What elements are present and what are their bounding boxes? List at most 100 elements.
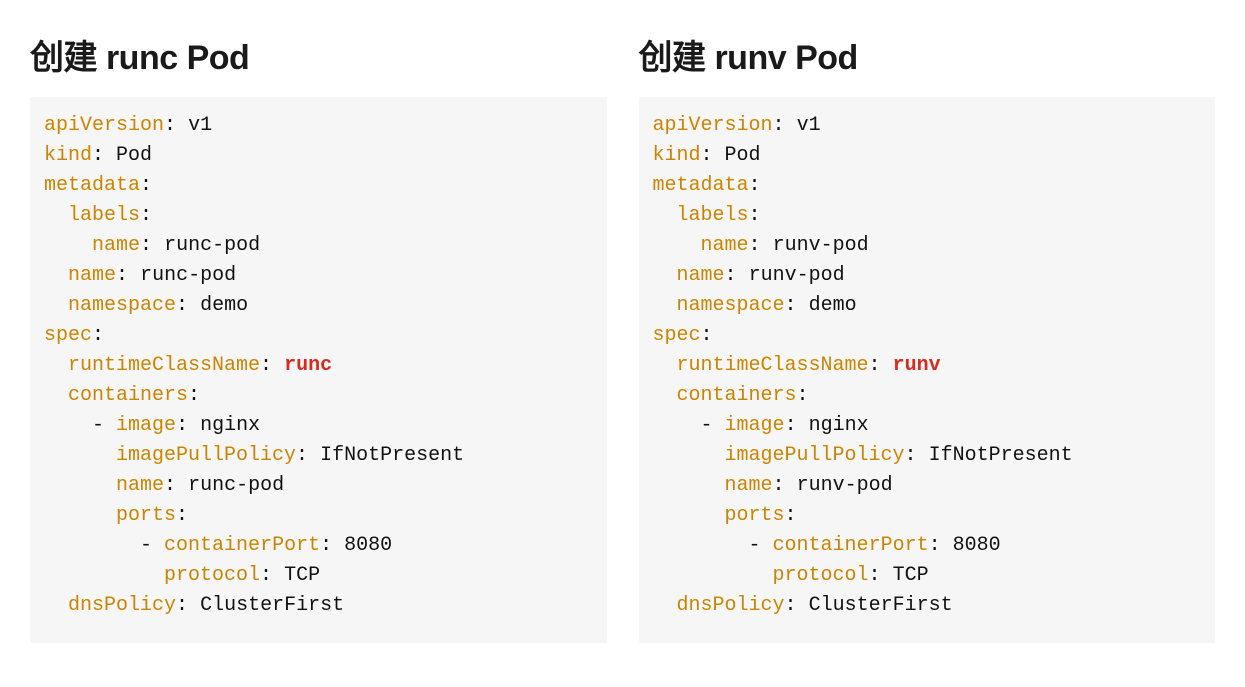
key-container-name: name bbox=[725, 474, 773, 497]
left-column: 创建 runc Pod apiVersion: v1 kind: Pod met… bbox=[30, 30, 607, 643]
colon: : bbox=[176, 294, 188, 317]
colon: : bbox=[701, 324, 713, 347]
colon: : bbox=[164, 474, 176, 497]
key-containerPort: containerPort bbox=[773, 534, 929, 557]
colon: : bbox=[296, 444, 308, 467]
key-ports: ports bbox=[116, 504, 176, 527]
key-protocol: protocol bbox=[164, 564, 260, 587]
dash-icon: - bbox=[701, 414, 713, 437]
colon: : bbox=[773, 474, 785, 497]
key-kind: kind bbox=[653, 144, 701, 167]
value-image: nginx bbox=[809, 414, 869, 437]
value-kind: Pod bbox=[725, 144, 761, 167]
key-kind: kind bbox=[44, 144, 92, 167]
right-codeblock: apiVersion: v1 kind: Pod metadata: label… bbox=[639, 97, 1216, 643]
key-labels-name: name bbox=[701, 234, 749, 257]
colon: : bbox=[260, 564, 272, 587]
colon: : bbox=[929, 534, 941, 557]
key-containers: containers bbox=[677, 384, 797, 407]
value-kind: Pod bbox=[116, 144, 152, 167]
value-labels-name: runv-pod bbox=[773, 234, 869, 257]
colon: : bbox=[869, 354, 881, 377]
value-name: runc-pod bbox=[140, 264, 236, 287]
colon: : bbox=[785, 594, 797, 617]
key-spec: spec bbox=[44, 324, 92, 347]
value-containerPort: 8080 bbox=[953, 534, 1001, 557]
colon: : bbox=[773, 114, 785, 137]
value-container-name: runv-pod bbox=[797, 474, 893, 497]
colon: : bbox=[140, 204, 152, 227]
key-image: image bbox=[116, 414, 176, 437]
value-imagePullPolicy: IfNotPresent bbox=[929, 444, 1073, 467]
key-namespace: namespace bbox=[677, 294, 785, 317]
key-image: image bbox=[725, 414, 785, 437]
colon: : bbox=[320, 534, 332, 557]
key-containerPort: containerPort bbox=[164, 534, 320, 557]
value-protocol: TCP bbox=[893, 564, 929, 587]
dash-icon: - bbox=[92, 414, 104, 437]
key-apiVersion: apiVersion bbox=[44, 114, 164, 137]
right-heading: 创建 runv Pod bbox=[639, 30, 1216, 79]
value-containerPort: 8080 bbox=[344, 534, 392, 557]
value-dnsPolicy: ClusterFirst bbox=[200, 594, 344, 617]
value-namespace: demo bbox=[809, 294, 857, 317]
value-apiVersion: v1 bbox=[797, 114, 821, 137]
colon: : bbox=[749, 204, 761, 227]
value-name: runv-pod bbox=[749, 264, 845, 287]
colon: : bbox=[140, 174, 152, 197]
dash-icon: - bbox=[140, 534, 152, 557]
key-metadata: metadata bbox=[653, 174, 749, 197]
key-containers: containers bbox=[68, 384, 188, 407]
colon: : bbox=[785, 414, 797, 437]
key-runtimeClassName: runtimeClassName bbox=[68, 354, 260, 377]
colon: : bbox=[749, 234, 761, 257]
key-runtimeClassName: runtimeClassName bbox=[677, 354, 869, 377]
value-protocol: TCP bbox=[284, 564, 320, 587]
colon: : bbox=[176, 504, 188, 527]
colon: : bbox=[905, 444, 917, 467]
right-column: 创建 runv Pod apiVersion: v1 kind: Pod met… bbox=[639, 30, 1216, 643]
two-column-layout: 创建 runc Pod apiVersion: v1 kind: Pod met… bbox=[30, 30, 1215, 643]
colon: : bbox=[749, 174, 761, 197]
key-imagePullPolicy: imagePullPolicy bbox=[725, 444, 905, 467]
value-apiVersion: v1 bbox=[188, 114, 212, 137]
colon: : bbox=[92, 324, 104, 347]
colon: : bbox=[176, 594, 188, 617]
colon: : bbox=[260, 354, 272, 377]
highlight-runtimeclass: runv bbox=[893, 354, 941, 377]
key-imagePullPolicy: imagePullPolicy bbox=[116, 444, 296, 467]
key-labels-name: name bbox=[92, 234, 140, 257]
left-heading: 创建 runc Pod bbox=[30, 30, 607, 79]
key-name: name bbox=[677, 264, 725, 287]
value-image: nginx bbox=[200, 414, 260, 437]
colon: : bbox=[869, 564, 881, 587]
dash-icon: - bbox=[749, 534, 761, 557]
value-container-name: runc-pod bbox=[188, 474, 284, 497]
key-labels: labels bbox=[68, 204, 140, 227]
highlight-runtimeclass: runc bbox=[284, 354, 332, 377]
left-codeblock: apiVersion: v1 kind: Pod metadata: label… bbox=[30, 97, 607, 643]
key-namespace: namespace bbox=[68, 294, 176, 317]
colon: : bbox=[785, 504, 797, 527]
value-dnsPolicy: ClusterFirst bbox=[809, 594, 953, 617]
key-apiVersion: apiVersion bbox=[653, 114, 773, 137]
key-labels: labels bbox=[677, 204, 749, 227]
colon: : bbox=[725, 264, 737, 287]
colon: : bbox=[188, 384, 200, 407]
colon: : bbox=[797, 384, 809, 407]
key-name: name bbox=[68, 264, 116, 287]
value-imagePullPolicy: IfNotPresent bbox=[320, 444, 464, 467]
key-dnsPolicy: dnsPolicy bbox=[677, 594, 785, 617]
colon: : bbox=[116, 264, 128, 287]
key-dnsPolicy: dnsPolicy bbox=[68, 594, 176, 617]
colon: : bbox=[176, 414, 188, 437]
colon: : bbox=[140, 234, 152, 257]
value-namespace: demo bbox=[200, 294, 248, 317]
key-ports: ports bbox=[725, 504, 785, 527]
colon: : bbox=[92, 144, 104, 167]
key-metadata: metadata bbox=[44, 174, 140, 197]
key-protocol: protocol bbox=[773, 564, 869, 587]
value-labels-name: runc-pod bbox=[164, 234, 260, 257]
key-spec: spec bbox=[653, 324, 701, 347]
key-container-name: name bbox=[116, 474, 164, 497]
